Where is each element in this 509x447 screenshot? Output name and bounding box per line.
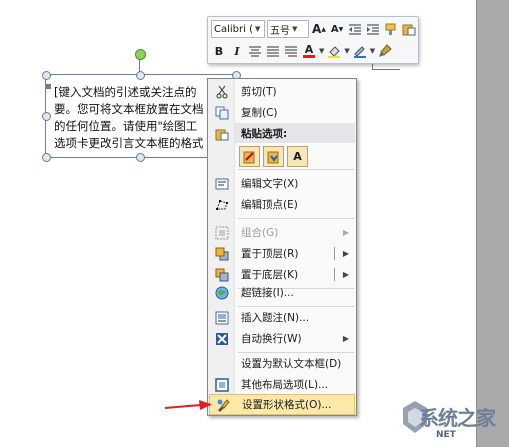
font-size-value: 五号 xyxy=(270,25,290,37)
align-center-icon[interactable] xyxy=(247,43,263,59)
menu-item-hyperlink[interactable]: 超链接(I)... xyxy=(209,282,355,303)
menu-item-label: 其他布局选项(L)... xyxy=(241,379,329,391)
decrease-indent-icon[interactable] xyxy=(347,21,363,37)
menu-item-label: 编辑顶点(E) xyxy=(241,199,298,211)
red-pointer-arrow xyxy=(164,400,212,410)
font-color-button[interactable]: A xyxy=(301,43,317,59)
scissors-icon xyxy=(211,84,233,100)
menu-item-label: 超链接(I)... xyxy=(241,287,294,299)
edit-text-icon xyxy=(211,176,233,192)
menu-item-insert-caption[interactable]: 插入题注(N)... xyxy=(209,307,355,328)
menu-item-label: 编辑文字(X) xyxy=(241,178,299,190)
mini-toolbar: Calibri ( ▼ 五号 ▼ A ▲ A ▼ B I A ▼ ▼ ▼ xyxy=(207,16,419,64)
font-color-letter: A xyxy=(304,42,314,56)
menu-item-label: 插入题注(N)... xyxy=(241,312,310,324)
menu-item-bring-to-front[interactable]: 置于顶层(R) ▶ xyxy=(209,243,355,264)
insert-caption-icon xyxy=(211,310,233,326)
connector-line xyxy=(372,69,400,70)
menu-item-group: 组合(G) ▶ xyxy=(209,222,355,243)
context-menu: 剪切(T) 复制(C) 粘贴选项: A 编辑文字(X) 编辑顶点(E) 组合(G… xyxy=(207,78,357,416)
menu-item-label: 剪切(T) xyxy=(241,86,277,98)
resize-handle[interactable] xyxy=(136,71,145,80)
grow-font-icon[interactable]: A ▲ xyxy=(311,21,327,37)
italic-button[interactable]: I xyxy=(229,43,245,59)
submenu-arrow-icon: ▶ xyxy=(342,228,349,237)
submenu-arrow-icon: ▶ xyxy=(342,334,349,343)
menu-item-label: 置于顶层(R) xyxy=(241,248,299,260)
shape-outline-button[interactable] xyxy=(352,43,368,59)
edit-points-icon xyxy=(211,197,233,213)
menu-separator xyxy=(238,169,354,170)
chevron-down-icon: ▼ xyxy=(292,25,298,33)
menu-item-copy[interactable]: 复制(C) xyxy=(209,102,355,123)
chevron-down-icon[interactable]: ▼ xyxy=(370,47,375,55)
submenu-arrow-icon[interactable]: ▶ xyxy=(343,249,349,258)
split-divider xyxy=(334,268,335,281)
resize-handle[interactable] xyxy=(42,112,51,121)
resize-handle[interactable] xyxy=(136,153,145,162)
menu-item-edit-points[interactable]: 编辑顶点(E) xyxy=(209,194,355,215)
menu-item-label: 设置为默认文本框(D) xyxy=(241,358,342,370)
text-wrap-icon xyxy=(211,331,233,347)
menu-item-set-default-textbox[interactable]: 设置为默认文本框(D) xyxy=(209,353,355,374)
chevron-down-icon[interactable]: ▼ xyxy=(319,47,324,55)
font-color-swatch xyxy=(303,54,315,58)
chevron-down-icon: ▼ xyxy=(254,25,261,33)
format-brush-icon[interactable] xyxy=(377,43,393,59)
font-name-value: Calibri ( xyxy=(214,23,253,35)
paste-options-header: 粘贴选项: xyxy=(235,123,355,143)
copy-icon xyxy=(211,105,233,121)
send-to-back-icon xyxy=(211,267,233,283)
menu-item-label: 组合(G) xyxy=(241,227,279,239)
watermark: 系统之家 NET xyxy=(366,398,509,447)
menu-item-more-layout-options[interactable]: 其他布局选项(L)... xyxy=(209,374,355,395)
font-size-combo[interactable]: 五号 ▼ xyxy=(267,20,309,38)
paste-icon[interactable] xyxy=(401,21,417,37)
menu-item-cut[interactable]: 剪切(T) xyxy=(209,81,355,102)
layout-options-icon xyxy=(211,377,233,393)
scrollbar-area[interactable] xyxy=(477,0,509,447)
shrink-font-icon[interactable]: A ▼ xyxy=(329,21,345,37)
increase-indent-icon[interactable] xyxy=(365,21,381,37)
menu-separator xyxy=(238,218,354,219)
resize-handle[interactable] xyxy=(42,71,51,80)
split-divider xyxy=(334,247,335,260)
font-name-combo[interactable]: Calibri ( ▼ xyxy=(211,20,265,38)
bring-to-front-icon xyxy=(211,246,233,262)
menu-item-label: 自动换行(W) xyxy=(241,333,302,345)
hyperlink-icon xyxy=(211,285,233,301)
submenu-arrow-icon[interactable]: ▶ xyxy=(343,270,349,279)
paste-text-only-icon[interactable]: A xyxy=(287,146,308,167)
highlight-fill-button[interactable] xyxy=(326,43,342,59)
menu-item-label: 复制(C) xyxy=(241,107,278,119)
menu-item-label: 置于底层(K) xyxy=(241,269,299,281)
chevron-down-icon[interactable]: ▼ xyxy=(344,47,349,55)
paste-merge-formatting-icon[interactable] xyxy=(263,146,284,167)
bold-button[interactable]: B xyxy=(211,43,227,59)
rotation-handle[interactable] xyxy=(135,49,146,60)
format-shape-icon xyxy=(212,397,234,413)
align-distributed-icon[interactable] xyxy=(283,43,299,59)
layout-anchor-icon xyxy=(46,84,51,89)
format-painter-icon[interactable] xyxy=(383,21,399,37)
menu-item-format-shape[interactable]: 设置形状格式(O)... xyxy=(209,394,355,415)
paste-keep-formatting-icon[interactable] xyxy=(239,146,260,167)
watermark-text: 系统之家 xyxy=(419,406,496,430)
align-justify-icon[interactable] xyxy=(265,43,281,59)
menu-item-label: 设置形状格式(O)... xyxy=(242,399,332,411)
group-icon xyxy=(211,225,233,241)
resize-handle[interactable] xyxy=(42,153,51,162)
paste-icon xyxy=(209,123,235,144)
menu-item-edit-text[interactable]: 编辑文字(X) xyxy=(209,173,355,194)
watermark-url: NET xyxy=(436,430,456,440)
menu-item-text-wrap[interactable]: 自动换行(W) ▶ xyxy=(209,328,355,349)
